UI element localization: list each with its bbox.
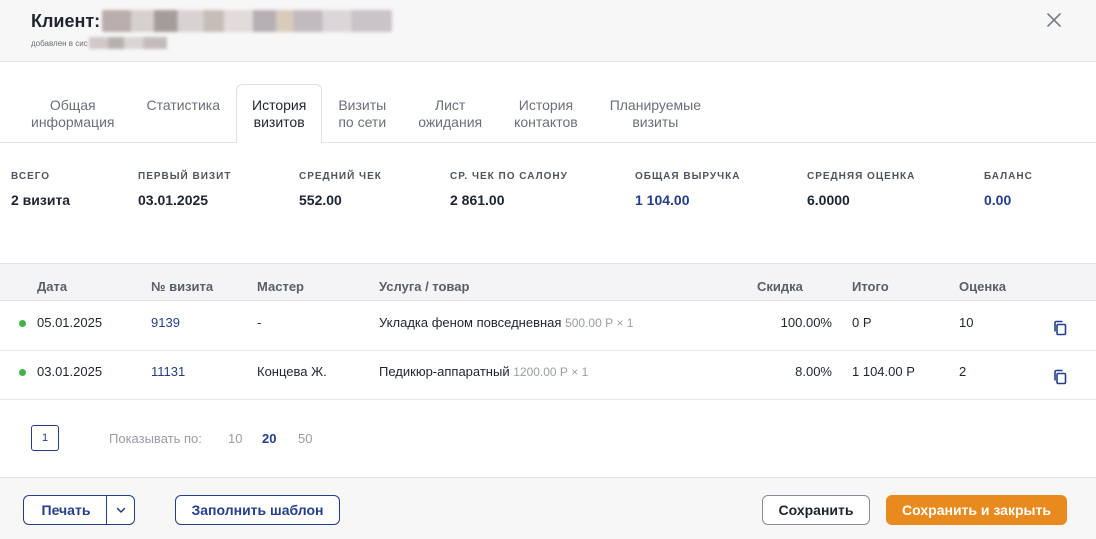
status-dot — [19, 320, 26, 327]
visits-table-header: Дата № визита Мастер Услуга / товар Скид… — [0, 263, 1096, 301]
column-rating[interactable]: Оценка — [959, 279, 1006, 294]
stat-label: СРЕДНЯЯ ОЦЕНКА — [807, 171, 916, 182]
service-name: Укладка феном повседневная — [379, 315, 562, 330]
status-dot — [19, 369, 26, 376]
column-service[interactable]: Услуга / товар — [379, 279, 469, 294]
per-page-option[interactable]: 10 — [228, 431, 242, 446]
per-page-option-selected[interactable]: 20 — [262, 431, 276, 446]
stat-total: ВСЕГО 2 визита — [11, 171, 70, 208]
client-title-label: Клиент: — [31, 10, 101, 31]
client-title: Клиент: — [31, 10, 393, 32]
tabs-bar: Общая информация Статистика История визи… — [15, 84, 717, 143]
copy-icon — [1054, 369, 1067, 385]
copy-icon — [1054, 320, 1067, 336]
active-tab-cover — [237, 142, 322, 143]
tab-waiting-list[interactable]: Лист ожидания — [402, 84, 498, 143]
stat-value: 2 визита — [11, 192, 71, 208]
column-total[interactable]: Итого — [852, 279, 889, 294]
service-price: 1200.00 Р × 1 — [513, 365, 589, 379]
close-button[interactable] — [1044, 10, 1064, 30]
close-icon — [1047, 13, 1061, 27]
cell-visit-link[interactable]: 9139 — [151, 315, 180, 330]
cell-total: 1 104.00 Р — [852, 364, 915, 379]
print-options-dropdown[interactable] — [106, 495, 135, 525]
cell-rating: 10 — [959, 315, 974, 330]
column-visit-number[interactable]: № визита — [151, 279, 213, 294]
stat-label: ПЕРВЫЙ ВИЗИТ — [138, 171, 232, 182]
cell-total: 0 Р — [852, 315, 872, 330]
cell-master: - — [257, 315, 262, 330]
client-added-label: добавлен в сис — [31, 38, 88, 48]
table-row: 05.01.2025 9139 - Укладка феном повседне… — [0, 302, 1096, 351]
copy-visit-button[interactable] — [1052, 369, 1068, 385]
cell-service: Педикюр-аппаратный 1200.00 Р × 1 — [379, 364, 588, 379]
cell-rating: 2 — [959, 364, 967, 379]
per-page-option[interactable]: 50 — [298, 431, 312, 446]
stat-value: 2 861.00 — [450, 192, 505, 208]
client-added-redacted — [88, 37, 167, 49]
cell-visit-link[interactable]: 11131 — [151, 364, 185, 379]
print-button[interactable]: Печать — [23, 495, 108, 525]
stat-average-rating: СРЕДНЯЯ ОЦЕНКА 6.0000 — [807, 171, 915, 208]
chevron-down-icon — [116, 507, 125, 513]
service-name: Педикюр-аппаратный — [379, 364, 510, 379]
modal-footer: Печать Заполнить шаблон Сохранить Сохран… — [0, 477, 1096, 539]
table-row: 03.01.2025 11131 Концева Ж. Педикюр-аппа… — [0, 351, 1096, 400]
cell-master: Концева Ж. — [257, 364, 327, 379]
stat-salon-average-check: СР. ЧЕК ПО САЛОНУ 2 861.00 — [450, 171, 568, 208]
tab-statistics[interactable]: Статистика — [130, 84, 236, 143]
stat-label: ВСЕГО — [11, 171, 51, 182]
tab-general-info[interactable]: Общая информация — [15, 84, 130, 143]
stat-average-check: СРЕДНИЙ ЧЕК 552.00 — [299, 171, 382, 208]
column-date[interactable]: Дата — [37, 279, 67, 294]
cell-service: Укладка феном повседневная 500.00 Р × 1 — [379, 315, 633, 330]
stat-label: ОБЩАЯ ВЫРУЧКА — [635, 171, 741, 182]
stat-value: 6.0000 — [807, 192, 850, 208]
tab-visit-history[interactable]: История визитов — [236, 84, 323, 143]
stat-first-visit: ПЕРВЫЙ ВИЗИТ 03.01.2025 — [138, 171, 231, 208]
tab-contact-history[interactable]: История контактов — [498, 84, 594, 143]
stat-label: БАЛАНС — [984, 171, 1033, 182]
stat-balance: БАЛАНС 0.00 — [984, 171, 1033, 208]
fill-template-button[interactable]: Заполнить шаблон — [175, 495, 340, 525]
copy-visit-button[interactable] — [1052, 320, 1068, 336]
save-button[interactable]: Сохранить — [762, 495, 870, 525]
stat-value: 552.00 — [299, 192, 342, 208]
cell-discount: 100.00% — [780, 315, 832, 330]
tab-network-visits[interactable]: Визиты по сети — [322, 84, 402, 143]
stat-label: СРЕДНИЙ ЧЕК — [299, 171, 382, 182]
cell-date: 03.01.2025 — [37, 364, 103, 379]
column-discount[interactable]: Скидка — [757, 279, 803, 294]
stat-value: 1 104.00 — [635, 192, 690, 208]
client-name-redacted — [102, 10, 393, 32]
save-and-close-button[interactable]: Сохранить и закрыть — [886, 495, 1067, 525]
per-page-label: Показывать по: — [109, 431, 202, 446]
service-price: 500.00 Р × 1 — [565, 316, 634, 330]
stat-value: 03.01.2025 — [138, 192, 209, 208]
stat-label: СР. ЧЕК ПО САЛОНУ — [450, 171, 568, 182]
tab-planned-visits[interactable]: Планируемые визиты — [594, 84, 717, 143]
cell-discount: 8.00% — [795, 364, 832, 379]
column-master[interactable]: Мастер — [257, 279, 304, 294]
cell-date: 05.01.2025 — [37, 315, 103, 330]
modal-header: Клиент: добавлен в сис — [0, 0, 1096, 62]
stat-value: 0.00 — [984, 192, 1012, 208]
stat-total-revenue: ОБЩАЯ ВЫРУЧКА 1 104.00 — [635, 171, 740, 208]
page-button-current[interactable]: 1 — [31, 425, 59, 451]
client-added-info: добавлен в сис — [31, 37, 167, 49]
